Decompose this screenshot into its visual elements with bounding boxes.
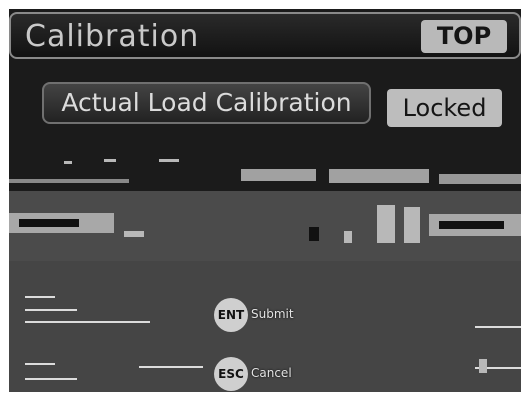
locked-status-badge: Locked <box>387 89 502 127</box>
actual-load-calibration-button[interactable]: Actual Load Calibration <box>42 82 371 124</box>
calibration-screen: Calibration TOP Actual Load Calibration … <box>9 9 521 392</box>
title-bar: Calibration TOP <box>9 12 521 59</box>
page-title: Calibration <box>25 19 200 54</box>
top-button[interactable]: TOP <box>421 20 507 53</box>
escape-key-button[interactable]: ESC <box>214 357 248 391</box>
enter-key-button[interactable]: ENT <box>214 298 248 332</box>
enter-key-label: Submit <box>251 307 294 321</box>
escape-key-label: Cancel <box>251 366 292 380</box>
